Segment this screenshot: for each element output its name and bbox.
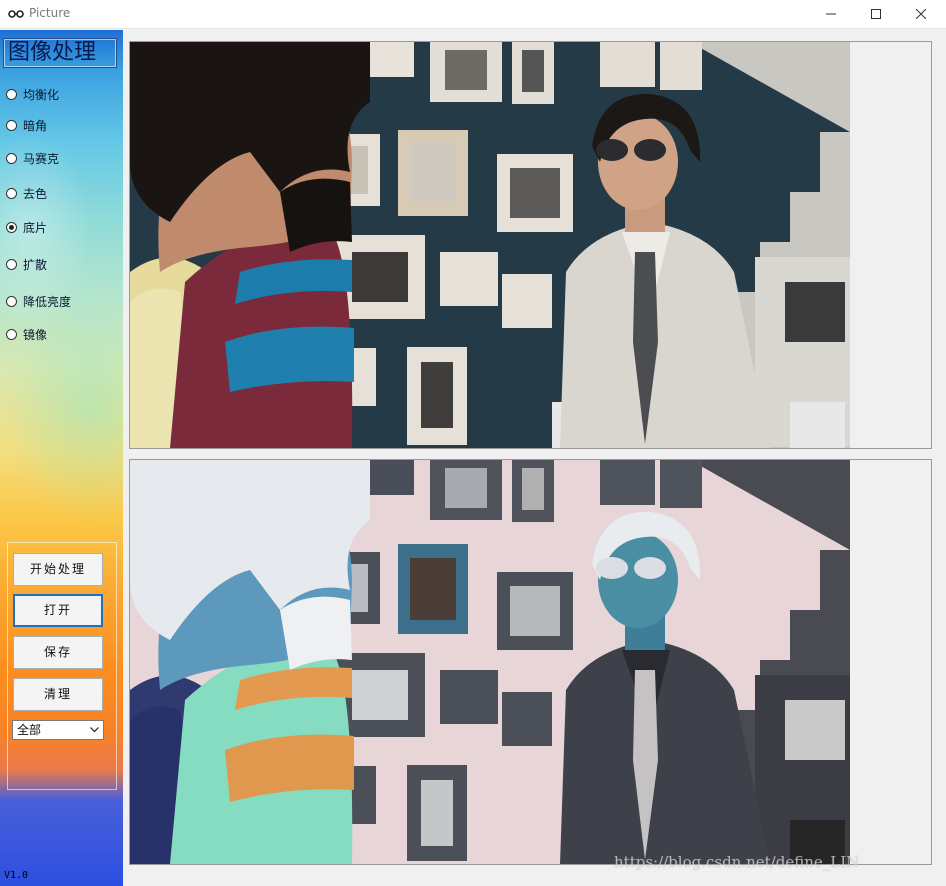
glasses-icon — [8, 10, 24, 18]
radio-equalize[interactable]: 均衡化 — [6, 86, 59, 102]
original-image-panel — [129, 41, 932, 449]
radio-label: 底片 — [23, 220, 48, 235]
radio-label: 扩散 — [23, 257, 48, 272]
chevron-down-icon — [90, 727, 99, 733]
sidebar-title: 图像处理 — [3, 38, 117, 68]
radio-circle[interactable] — [6, 152, 17, 164]
sidebar-panel: 图像处理 均衡化 暗角 马赛克 去色 底片 扩散 降低亮度 镜像 开始处理 打开… — [0, 30, 123, 886]
radio-label: 马赛克 — [23, 151, 60, 166]
radio-circle[interactable] — [6, 187, 17, 199]
start-process-button[interactable]: 开始处理 — [13, 553, 103, 586]
radio-reduce-brightness[interactable]: 降低亮度 — [6, 293, 71, 309]
radio-negative[interactable]: 底片 — [6, 219, 47, 235]
save-button[interactable]: 保存 — [13, 636, 103, 669]
close-icon — [916, 9, 926, 19]
radio-circle[interactable] — [6, 328, 17, 340]
close-button[interactable] — [898, 0, 944, 29]
radio-label: 均衡化 — [23, 87, 60, 102]
radio-circle-checked[interactable] — [6, 221, 17, 233]
minimize-icon — [826, 13, 836, 15]
radio-circle[interactable] — [6, 295, 17, 307]
radio-label: 暗角 — [23, 118, 48, 133]
scope-select[interactable]: 全部 — [12, 720, 104, 740]
status-strip — [123, 872, 946, 886]
radio-label: 去色 — [23, 186, 48, 201]
negative-photo — [130, 460, 850, 864]
open-button[interactable]: 打开 — [13, 594, 103, 627]
maximize-icon — [871, 9, 881, 19]
radio-vignette[interactable]: 暗角 — [6, 117, 47, 133]
title-bar: Picture — [0, 0, 946, 29]
processed-image-panel — [129, 459, 932, 865]
radio-label: 镜像 — [23, 327, 48, 342]
radio-circle[interactable] — [6, 88, 17, 100]
radio-mirror[interactable]: 镜像 — [6, 326, 47, 342]
version-label: V1.0 — [4, 870, 29, 881]
window-title: Picture — [29, 6, 71, 20]
radio-mosaic[interactable]: 马赛克 — [6, 150, 59, 166]
radio-desaturate[interactable]: 去色 — [6, 185, 47, 201]
scope-select-value: 全部 — [17, 723, 42, 737]
original-photo — [130, 42, 850, 448]
watermark-text: https://blog.csdn.net/define_LIN — [614, 853, 860, 871]
radio-circle[interactable] — [6, 258, 17, 270]
maximize-button[interactable] — [853, 0, 899, 29]
radio-diffuse[interactable]: 扩散 — [6, 256, 47, 272]
clear-button[interactable]: 清理 — [13, 678, 103, 711]
radio-circle[interactable] — [6, 119, 17, 131]
minimize-button[interactable] — [808, 0, 854, 29]
radio-label: 降低亮度 — [23, 294, 72, 309]
